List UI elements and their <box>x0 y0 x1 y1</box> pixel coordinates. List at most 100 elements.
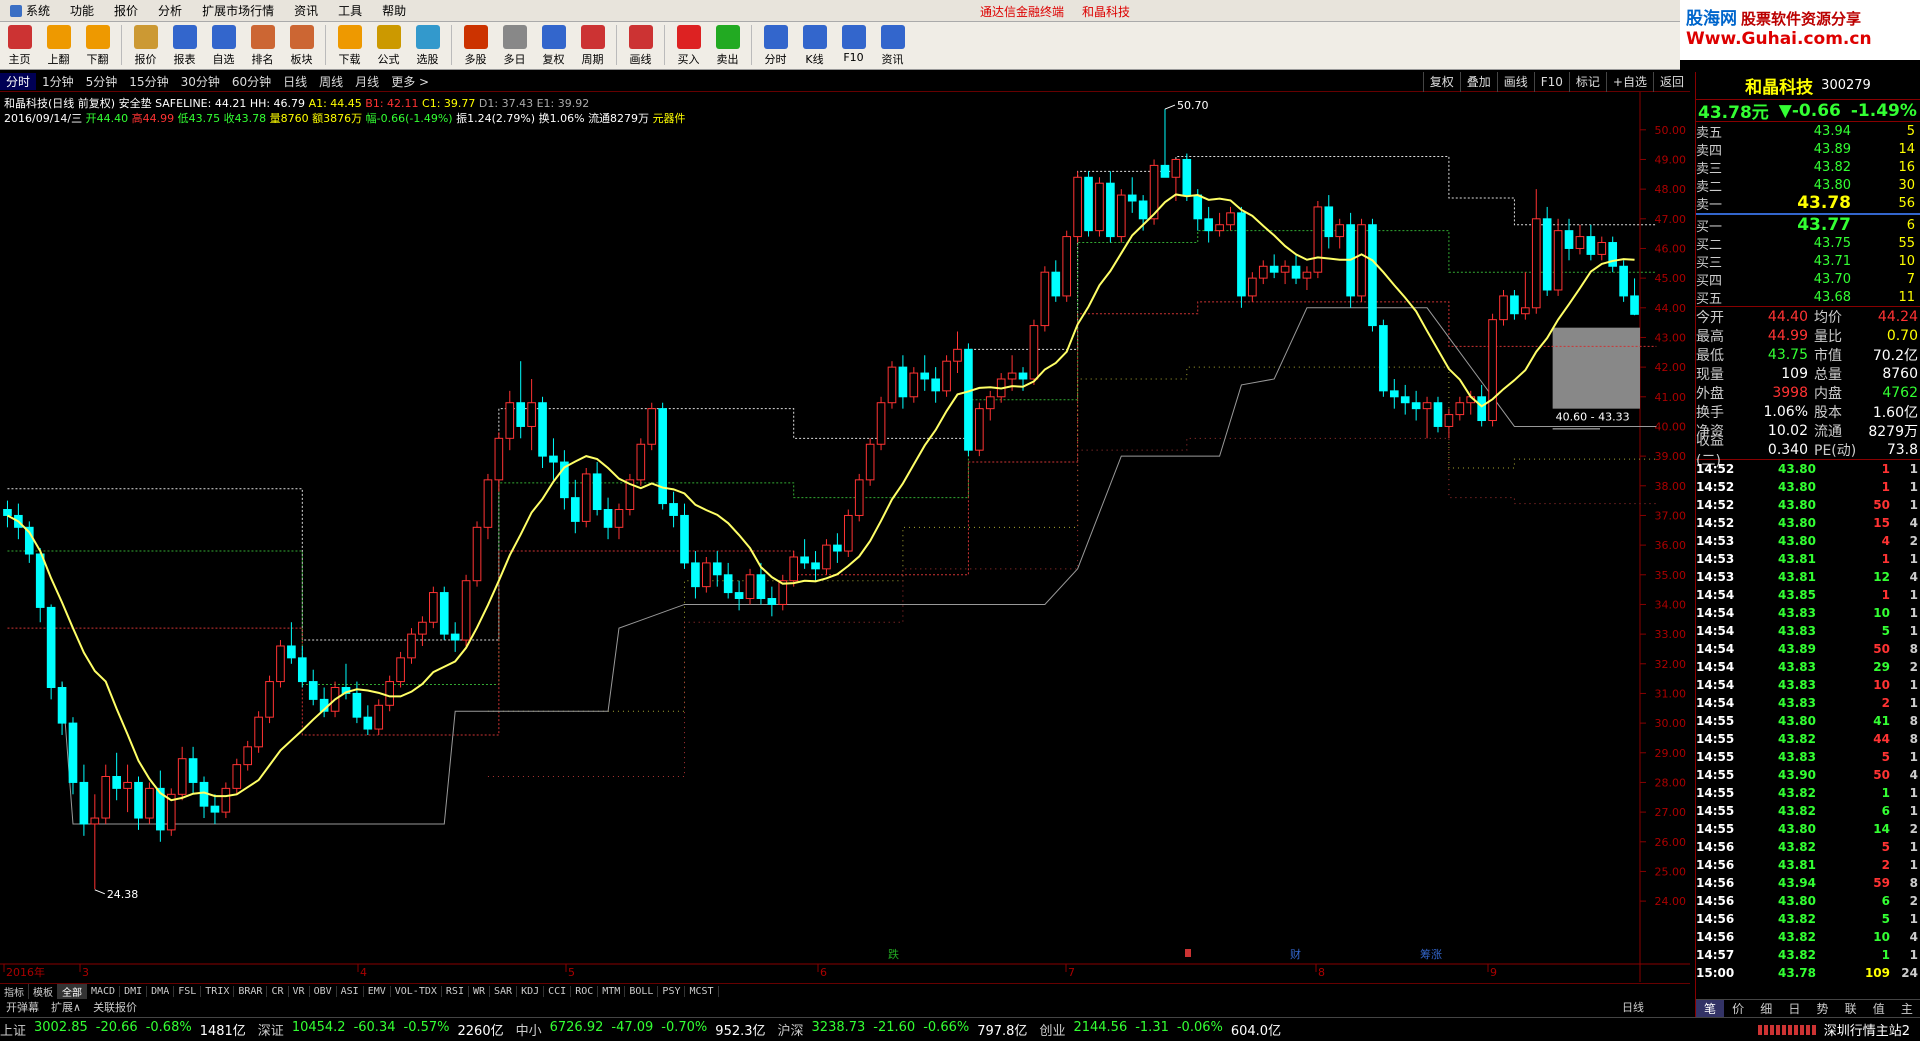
quote-tab-2[interactable]: 细 <box>1752 1000 1780 1017</box>
indicator-tab-11[interactable]: OBV <box>310 986 337 997</box>
menu-extended-market[interactable]: 扩展市场行情 <box>192 0 284 22</box>
home-button[interactable]: 主页 <box>0 25 39 67</box>
menu-analysis[interactable]: 分析 <box>148 0 192 22</box>
candle-4[interactable] <box>46 604 56 700</box>
period-tab-4[interactable]: 30分钟 <box>175 73 226 90</box>
candle-60[interactable] <box>658 402 667 510</box>
watchlist-button[interactable]: 自选 <box>204 25 243 67</box>
menu-system[interactable]: 系统 <box>0 0 60 22</box>
report-button[interactable]: 报表 <box>165 25 204 67</box>
period-tab-8[interactable]: 月线 <box>349 73 385 90</box>
candle-23[interactable] <box>254 711 263 753</box>
candle-86[interactable] <box>942 355 951 397</box>
period-button[interactable]: 周期 <box>573 25 612 67</box>
indicator-tab-4[interactable]: DMI <box>120 986 148 997</box>
indicator-tab-18[interactable]: KDJ <box>517 986 545 997</box>
candle-25[interactable] <box>276 640 285 688</box>
bid-row[interactable]: 买四 43.70 7 <box>1696 270 1920 289</box>
draw-line-button[interactable]: 画线 <box>621 25 660 67</box>
indicator-tab-22[interactable]: BOLL <box>625 986 659 997</box>
candle-100[interactable] <box>1095 177 1104 237</box>
ask-row[interactable]: 卖一 43.78 56 <box>1696 193 1920 213</box>
period-tab-5[interactable]: 60分钟 <box>226 73 277 90</box>
download-button[interactable]: 下载 <box>330 25 369 67</box>
candle-98[interactable] <box>1073 171 1082 243</box>
candle-81[interactable] <box>887 361 897 409</box>
quote-tab-4[interactable]: 势 <box>1809 1000 1837 1017</box>
sector-label[interactable]: 元器件 <box>653 112 686 125</box>
chart-button-0[interactable]: 复权 <box>1422 72 1460 92</box>
indicator-tab-19[interactable]: CCI <box>544 986 572 997</box>
screener-button[interactable]: 选股 <box>408 25 447 67</box>
indicator-tab-3[interactable]: MACD <box>87 986 121 997</box>
candle-95[interactable] <box>1040 266 1050 332</box>
period-tab-6[interactable]: 日线 <box>277 73 313 90</box>
period-tab-7[interactable]: 周线 <box>313 73 349 90</box>
sell-button[interactable]: 卖出 <box>708 25 747 67</box>
indicator-tab-14[interactable]: VOL-TDX <box>391 986 442 997</box>
event-label-3[interactable]: 筹涨 <box>1420 947 1442 961</box>
candle-77[interactable] <box>843 509 853 557</box>
candle-113[interactable] <box>1237 206 1246 308</box>
ranking-button[interactable]: 排名 <box>243 25 282 67</box>
candle-88[interactable] <box>964 343 973 457</box>
candle-80[interactable] <box>876 396 886 451</box>
indicator-tab-7[interactable]: TRIX <box>201 986 235 997</box>
candle-141[interactable] <box>1542 206 1552 296</box>
menu-quote[interactable]: 报价 <box>104 0 148 22</box>
period-tab-2[interactable]: 5分钟 <box>80 73 124 90</box>
candle-125[interactable] <box>1368 218 1377 332</box>
index-2[interactable]: 中小 6726.92 -47.09 -0.70% 952.3亿 <box>516 1020 766 1039</box>
index-0[interactable]: 上证 3002.85 -20.66 -0.68% 1481亿 <box>0 1020 246 1039</box>
candle-58[interactable] <box>636 438 646 486</box>
indicator-tab-5[interactable]: DMA <box>147 986 175 997</box>
candle-124[interactable] <box>1357 218 1366 302</box>
chart-button-3[interactable]: F10 <box>1533 72 1569 92</box>
quote-button[interactable]: 报价 <box>126 25 165 67</box>
period-indicator[interactable]: 日线 <box>1616 999 1650 1015</box>
ask-row[interactable]: 卖二 43.80 30 <box>1696 176 1920 195</box>
indicator-tab-6[interactable]: FSL <box>174 986 202 997</box>
candle-78[interactable] <box>854 473 864 522</box>
multi-stock-button[interactable]: 多股 <box>456 25 495 67</box>
chart-button-6[interactable]: 返回 <box>1652 72 1690 92</box>
menu-news[interactable]: 资讯 <box>284 0 328 22</box>
indicator-tab-24[interactable]: MCST <box>685 986 719 997</box>
index-1[interactable]: 深证 10454.2 -60.34 -0.57% 2260亿 <box>258 1020 504 1039</box>
indicator-tab-9[interactable]: CR <box>267 986 289 997</box>
event-marker-1[interactable] <box>1185 949 1191 957</box>
indicator-tab-15[interactable]: RSI <box>442 986 469 997</box>
event-label-0[interactable]: 跌 <box>888 947 899 961</box>
indicator-tab-8[interactable]: BRAR <box>234 986 268 997</box>
ask-row[interactable]: 卖三 43.82 16 <box>1696 158 1920 177</box>
candle-142[interactable] <box>1553 218 1563 296</box>
bid-row[interactable]: 买二 43.75 55 <box>1696 234 1920 253</box>
candle-94[interactable] <box>1029 319 1039 385</box>
candle-99[interactable] <box>1084 171 1093 237</box>
period-tab-9[interactable]: 更多 > <box>385 73 435 90</box>
ask-row[interactable]: 卖五 43.94 5 <box>1696 122 1920 141</box>
chart-button-4[interactable]: 标记 <box>1568 72 1606 92</box>
related-quote-toggle[interactable]: 关联报价 <box>87 999 143 1015</box>
kline-chart[interactable]: 50.00 49.00 48.00 47.00 46.00 45.00 44.00 43.00… <box>0 92 1690 983</box>
period-tab-3[interactable]: 15分钟 <box>123 73 174 90</box>
adjust-button[interactable]: 复权 <box>534 25 573 67</box>
page-up-button[interactable]: 上翻 <box>39 25 78 67</box>
candle-6[interactable] <box>68 717 78 795</box>
candle-53[interactable] <box>581 467 591 528</box>
indicator-tab-10[interactable]: VR <box>289 986 310 997</box>
bid-row[interactable]: 买五 43.68 11 <box>1696 288 1920 307</box>
index-3[interactable]: 沪深 3238.73 -21.60 -0.66% 797.8亿 <box>778 1020 1028 1039</box>
indicator-tab-12[interactable]: ASI <box>337 986 364 997</box>
candle-59[interactable] <box>647 402 657 451</box>
indicator-tab-1[interactable]: 模板 <box>29 984 58 999</box>
indicator-tab-23[interactable]: PSY <box>658 986 686 997</box>
chart-button-1[interactable]: 叠加 <box>1459 72 1497 92</box>
intraday-button[interactable]: 分时 <box>756 25 795 67</box>
bid-row[interactable]: 买一 43.77 6 <box>1696 215 1920 235</box>
candle-102[interactable] <box>1116 189 1126 243</box>
indicator-tab-17[interactable]: SAR <box>490 986 518 997</box>
index-4[interactable]: 创业 2144.56 -1.31 -0.06% 604.0亿 <box>1039 1020 1281 1039</box>
candle-108[interactable] <box>1182 153 1192 201</box>
kline-button[interactable]: K线 <box>795 25 834 67</box>
